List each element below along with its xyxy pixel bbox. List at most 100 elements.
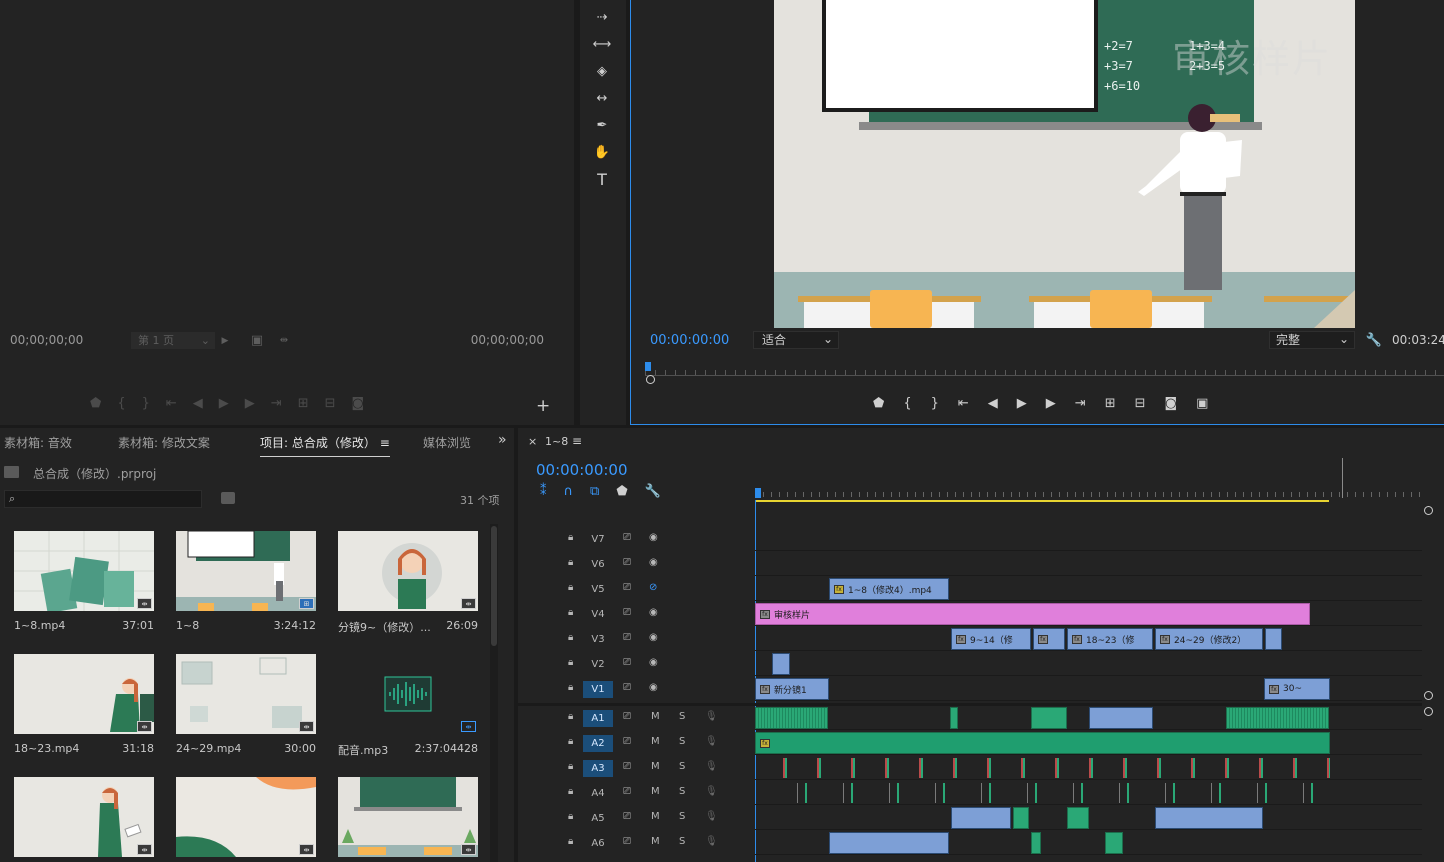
step-back-icon[interactable]: ◀ bbox=[988, 396, 998, 411]
work-area-bar[interactable] bbox=[755, 500, 1329, 502]
fit-select[interactable]: 适合 ⌄ bbox=[753, 331, 839, 349]
clip-v4-watermark[interactable]: fx 审核样片 bbox=[755, 603, 1310, 625]
audio-clip[interactable] bbox=[950, 707, 958, 729]
sfx-clips[interactable] bbox=[765, 758, 1330, 778]
clip-v2[interactable] bbox=[772, 653, 790, 675]
lock-icon[interactable]: 🔒︎ bbox=[568, 532, 573, 543]
audio-clip-voiceover[interactable]: fx bbox=[755, 732, 1330, 754]
new-bin-search-icon[interactable] bbox=[221, 492, 235, 504]
tab-sound-effects-bin[interactable]: 素材箱: 音效 bbox=[4, 434, 72, 451]
mute-button[interactable]: M bbox=[651, 811, 660, 822]
mute-button[interactable]: M bbox=[651, 711, 660, 722]
sync-lock-icon[interactable]: ⎚ bbox=[623, 607, 631, 618]
tab-project[interactable]: 项目: 总合成（修改） ≡ bbox=[260, 434, 390, 457]
extract-icon[interactable]: ⊟ bbox=[1135, 396, 1146, 411]
sequence-tab[interactable]: 1~8 bbox=[545, 435, 568, 448]
quality-select[interactable]: 完整 ⌄ bbox=[1269, 331, 1355, 349]
mute-button[interactable]: M bbox=[651, 736, 660, 747]
playhead-marker[interactable] bbox=[755, 488, 761, 498]
tab-script-bin[interactable]: 素材箱: 修改文案 bbox=[118, 434, 210, 451]
project-item[interactable]: ⇹ bbox=[6, 769, 162, 862]
scroll-handle[interactable] bbox=[1424, 691, 1433, 700]
track-label[interactable]: V6 bbox=[583, 556, 613, 573]
track-label[interactable]: A4 bbox=[583, 785, 613, 802]
audio-clip[interactable] bbox=[951, 807, 1011, 829]
clip-v3-a[interactable]: fx 9~14（修 bbox=[951, 628, 1031, 650]
type-tool-icon[interactable]: T bbox=[592, 170, 612, 189]
audio-clip[interactable] bbox=[1089, 707, 1153, 729]
clip-v3-b[interactable]: fx 18~23（修 bbox=[1067, 628, 1153, 650]
sync-lock-icon[interactable]: ⎚ bbox=[623, 786, 631, 797]
mute-button[interactable]: M bbox=[651, 786, 660, 797]
solo-button[interactable]: S bbox=[679, 786, 685, 797]
clip-v5[interactable]: fx 1~8（修改4）.mp4 bbox=[829, 578, 949, 600]
microphone-icon[interactable]: 🎙︎ bbox=[705, 736, 718, 747]
microphone-icon[interactable]: 🎙︎ bbox=[705, 711, 718, 722]
project-item[interactable]: ⇹ 配音.mp3 2:37:04428 bbox=[330, 646, 486, 766]
step-forward-icon[interactable]: ▶ bbox=[245, 396, 255, 411]
razor-tool-icon[interactable]: ◈ bbox=[592, 62, 612, 80]
sfx-clips[interactable] bbox=[775, 783, 1315, 803]
track-label[interactable]: V3 bbox=[583, 631, 613, 648]
linked-selection-icon[interactable]: ⧉ bbox=[590, 484, 599, 499]
audio-clip[interactable] bbox=[1226, 707, 1329, 729]
mark-in-icon[interactable]: { bbox=[117, 396, 125, 411]
mute-button[interactable]: M bbox=[651, 836, 660, 847]
hand-tool-icon[interactable]: ✋ bbox=[592, 143, 612, 161]
nest-toggle-icon[interactable]: ⁑ bbox=[540, 484, 547, 499]
wrench-icon[interactable]: 🔧 bbox=[1366, 331, 1382, 349]
add-marker-icon[interactable]: ⬟ bbox=[90, 396, 101, 411]
step-back-icon[interactable]: ◀ bbox=[193, 396, 203, 411]
lock-icon[interactable]: 🔒︎ bbox=[568, 582, 573, 593]
play-triangle-icon[interactable]: ▶ bbox=[220, 334, 230, 348]
clip-v3-d[interactable] bbox=[1265, 628, 1282, 650]
solo-button[interactable]: S bbox=[679, 711, 685, 722]
sync-lock-icon[interactable]: ⎚ bbox=[623, 811, 631, 822]
lock-icon[interactable]: 🔒︎ bbox=[568, 761, 573, 772]
track-label[interactable]: V5 bbox=[583, 581, 613, 598]
audio-clip[interactable] bbox=[755, 707, 828, 729]
pen-tool-icon[interactable]: ✒ bbox=[592, 116, 612, 134]
clip-v1-b[interactable]: fx 30~ bbox=[1264, 678, 1330, 700]
zoom-handle[interactable] bbox=[646, 375, 655, 384]
microphone-icon[interactable]: 🎙︎ bbox=[705, 836, 718, 847]
track-label[interactable]: A5 bbox=[583, 810, 613, 827]
source-timecode-left[interactable]: 00;00;00;00 bbox=[10, 333, 83, 347]
project-item[interactable]: ⇹ 分镜9~（修改）... 26:09 bbox=[330, 523, 486, 643]
scrollbar-thumb[interactable] bbox=[491, 526, 497, 646]
track-label[interactable]: A1 bbox=[583, 710, 613, 727]
scroll-handle[interactable] bbox=[1424, 707, 1433, 716]
sync-lock-icon[interactable]: ⎚ bbox=[623, 711, 631, 722]
project-item[interactable]: ⇹ 24~29.mp4 30:00 bbox=[168, 646, 324, 766]
program-timecode[interactable]: 00:00:00:00 bbox=[650, 333, 729, 348]
lift-icon[interactable]: ⊞ bbox=[1105, 396, 1116, 411]
program-time-ruler[interactable] bbox=[645, 362, 1444, 384]
timeline-settings-wrench-icon[interactable]: 🔧 bbox=[645, 484, 661, 499]
scroll-handle[interactable] bbox=[1424, 506, 1433, 515]
timeline-ruler[interactable] bbox=[755, 458, 1422, 502]
eye-icon[interactable]: ◉ bbox=[649, 682, 658, 693]
snap-magnet-icon[interactable]: ∩ bbox=[564, 484, 574, 499]
project-item[interactable]: ⇹ bbox=[330, 769, 486, 862]
track-label[interactable]: V2 bbox=[583, 656, 613, 673]
sync-lock-icon[interactable]: ⎚ bbox=[623, 532, 631, 543]
playhead-marker[interactable] bbox=[645, 362, 651, 371]
mute-button[interactable]: M bbox=[651, 761, 660, 772]
lock-icon[interactable]: 🔒︎ bbox=[568, 632, 573, 643]
search-input[interactable]: ⌕ bbox=[4, 490, 202, 508]
microphone-icon[interactable]: 🎙︎ bbox=[705, 786, 718, 797]
audio-clip[interactable] bbox=[1067, 807, 1089, 829]
camera-icon[interactable]: ◙ bbox=[352, 396, 365, 411]
insert-icon[interactable]: ⇹ bbox=[277, 334, 291, 346]
go-to-out-icon[interactable]: ⇥ bbox=[271, 396, 282, 411]
sync-lock-icon[interactable]: ⎚ bbox=[623, 582, 631, 593]
track-label[interactable]: V1 bbox=[583, 681, 613, 698]
audio-clip[interactable] bbox=[1155, 807, 1263, 829]
lock-icon[interactable]: 🔒︎ bbox=[568, 657, 573, 668]
track-select-tool-icon[interactable]: ⇢ bbox=[592, 8, 612, 26]
sync-lock-icon[interactable]: ⎚ bbox=[623, 682, 631, 693]
project-item[interactable]: ⇹ bbox=[168, 769, 324, 862]
project-item[interactable]: ⇹ 18~23.mp4 31:18 bbox=[6, 646, 162, 766]
add-marker-icon[interactable]: ⬟ bbox=[873, 396, 884, 411]
mark-out-icon[interactable]: } bbox=[931, 396, 939, 411]
